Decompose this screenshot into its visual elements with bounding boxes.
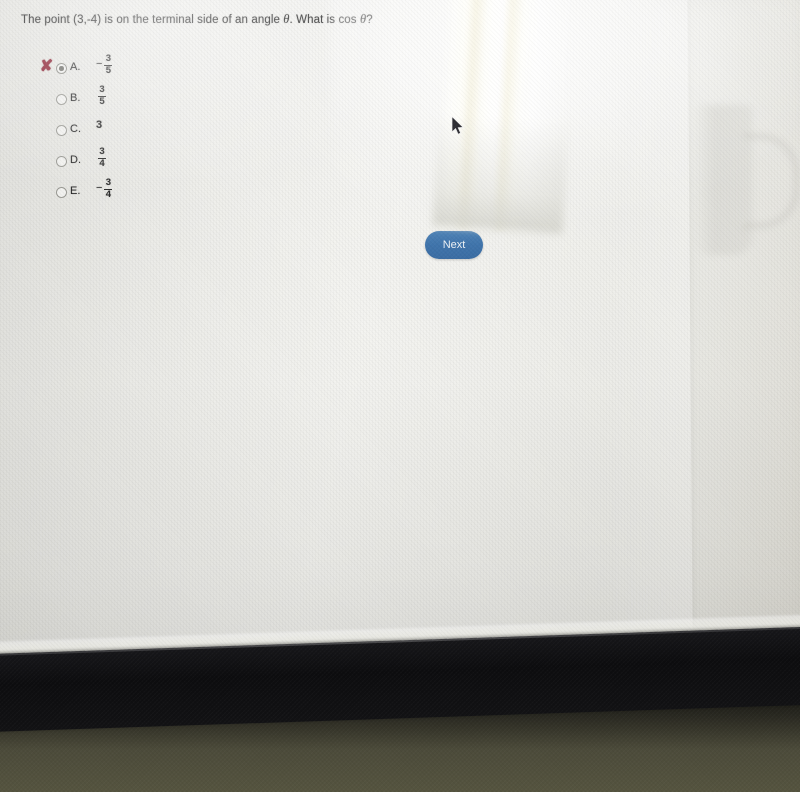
option-letter-d: D.: [70, 154, 81, 166]
denominator-b: 5: [99, 96, 105, 107]
question-part-1: The point (3,-4) is on the terminal side…: [21, 14, 284, 26]
whole-number-c: 3: [96, 119, 103, 131]
numerator-d: 3: [99, 146, 105, 157]
fraction-d: 3 4: [98, 147, 106, 169]
numerator-b: 3: [99, 84, 105, 95]
incorrect-x-icon: ✘: [39, 58, 54, 75]
option-row-e[interactable]: E. − 3 4: [38, 178, 238, 213]
question-text: The point (3,-4) is on the terminal side…: [21, 12, 441, 28]
monitor-photo: The point (3,-4) is on the terminal side…: [0, 0, 800, 792]
option-value-c: 3: [96, 116, 102, 135]
option-row-a[interactable]: ✘ A. − 3 5: [38, 54, 238, 89]
numerator-e: 3: [105, 177, 112, 188]
option-letter-e: E.: [70, 185, 81, 197]
option-letter-a: A.: [70, 61, 81, 73]
option-value-d: 3 4: [96, 147, 106, 169]
option-row-c[interactable]: C. 3: [38, 119, 238, 151]
option-value-a: − 3 5: [96, 53, 113, 76]
minus-sign-a: −: [96, 58, 103, 70]
denominator-a: 5: [105, 65, 112, 76]
radio-button-b[interactable]: [56, 94, 67, 105]
next-button[interactable]: Next: [425, 231, 483, 259]
option-letter-c: C.: [70, 123, 81, 135]
denominator-d: 4: [99, 158, 105, 169]
question-part-2: . What is cos: [289, 14, 360, 26]
radio-button-e[interactable]: [56, 187, 67, 198]
option-value-b: 3 5: [96, 85, 106, 107]
numerator-a: 3: [105, 53, 112, 64]
question-part-3: ?: [366, 14, 373, 26]
radio-button-a[interactable]: [56, 63, 67, 74]
minus-sign-e: −: [96, 182, 103, 194]
fraction-e: 3 4: [104, 177, 113, 200]
answer-options-list: ✘ A. − 3 5 B. 3 5 C. 3 D. 3 4 E. − 3 4: [38, 54, 238, 213]
option-value-e: − 3 4: [96, 177, 113, 200]
option-letter-b: B.: [70, 92, 81, 104]
fraction-b: 3 5: [98, 85, 106, 107]
radio-button-d[interactable]: [56, 156, 67, 167]
fraction-a: 3 5: [104, 53, 113, 76]
option-row-d[interactable]: D. 3 4: [38, 147, 238, 182]
radio-button-c[interactable]: [56, 125, 67, 136]
option-row-b[interactable]: B. 3 5: [38, 85, 238, 120]
mouse-cursor-icon: [451, 116, 464, 135]
denominator-e: 4: [105, 189, 112, 200]
